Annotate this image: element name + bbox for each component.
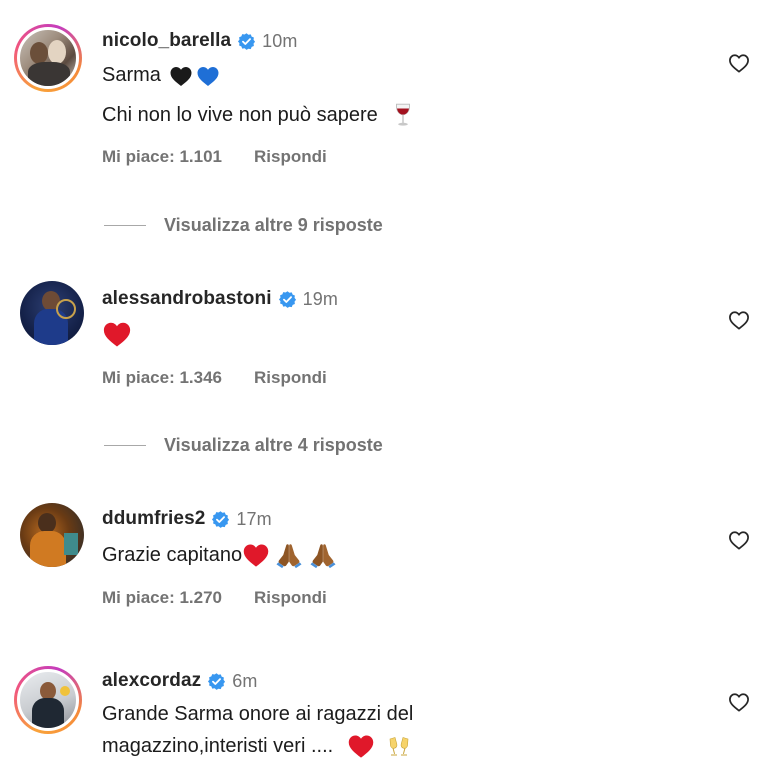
view-more-replies-label[interactable]: Visualizza altre 4 risposte xyxy=(164,435,383,456)
avatar[interactable] xyxy=(20,503,84,567)
comment-text-line: Sarma xyxy=(102,64,220,87)
blue-heart-emoji-icon xyxy=(196,65,220,87)
verified-badge-icon xyxy=(278,290,297,309)
avatar-photo xyxy=(20,503,84,567)
view-more-replies[interactable]: Visualizza altre 4 risposte xyxy=(104,435,383,456)
comment-text-line: magazzino,interisti veri .... xyxy=(102,733,411,759)
avatar-photo xyxy=(17,27,79,89)
username[interactable]: alexcordaz xyxy=(102,670,201,692)
comment-text: Grande Sarma onore ai ragazzi del xyxy=(102,703,414,725)
avatar[interactable] xyxy=(14,666,82,734)
verified-badge-icon xyxy=(207,672,226,691)
comment-header: alexcordaz 6m xyxy=(102,670,257,692)
username[interactable]: ddumfries2 xyxy=(102,508,205,530)
red-heart-emoji-icon xyxy=(347,733,375,759)
comment-meta: Mi piace: 1.270 Rispondi xyxy=(102,588,327,608)
view-more-replies[interactable]: Visualizza altre 9 risposte xyxy=(104,215,383,236)
comment-text-line: Chi non lo vive non può sapere xyxy=(102,102,416,128)
comment-text-line: Grazie capitano xyxy=(102,540,338,570)
comment-text: Sarma xyxy=(102,64,161,86)
comment-header: ddumfries2 17m xyxy=(102,508,272,530)
timestamp: 10m xyxy=(262,30,298,51)
reply-button[interactable]: Rispondi xyxy=(254,368,327,388)
likes-count[interactable]: Mi piace: 1.270 xyxy=(102,588,222,608)
comment-text: magazzino,interisti veri .... xyxy=(102,734,334,757)
folded-hands-emoji-icon xyxy=(308,540,338,570)
view-more-replies-label[interactable]: Visualizza altre 9 risposte xyxy=(164,215,383,236)
replies-divider xyxy=(104,445,146,446)
username[interactable]: nicolo_barella xyxy=(102,30,231,52)
likes-count[interactable]: Mi piace: 1.346 xyxy=(102,368,222,388)
red-heart-emoji-icon xyxy=(242,542,270,568)
likes-count[interactable]: Mi piace: 1.101 xyxy=(102,147,222,167)
comment-text-line: Grande Sarma onore ai ragazzi del xyxy=(102,703,413,726)
avatar[interactable] xyxy=(14,24,82,92)
like-heart-icon[interactable] xyxy=(728,692,750,712)
clinking-glasses-emoji-icon xyxy=(387,734,411,758)
comment-text: Grazie capitano xyxy=(102,543,243,566)
wine-glass-emoji-icon xyxy=(390,102,416,128)
avatar[interactable] xyxy=(20,281,84,345)
like-heart-icon[interactable] xyxy=(728,53,750,73)
comment-text-line xyxy=(102,320,132,348)
comment-meta: Mi piace: 1.346 Rispondi xyxy=(102,368,327,388)
reply-button[interactable]: Rispondi xyxy=(254,588,327,608)
like-heart-icon[interactable] xyxy=(728,530,750,550)
comment-header: nicolo_barella 10m xyxy=(102,30,298,52)
comment-header: alessandrobastoni 19m xyxy=(102,288,338,310)
username[interactable]: alessandrobastoni xyxy=(102,288,272,310)
comment-meta: Mi piace: 1.101 Rispondi xyxy=(102,147,327,167)
comment-text: Chi non lo vive non può sapere xyxy=(102,103,378,126)
timestamp: 19m xyxy=(302,288,338,309)
like-heart-icon[interactable] xyxy=(728,310,750,330)
avatar-photo xyxy=(17,669,79,731)
replies-divider xyxy=(104,225,146,226)
avatar-photo xyxy=(20,281,84,345)
reply-button[interactable]: Rispondi xyxy=(254,147,327,167)
timestamp: 17m xyxy=(236,508,272,529)
verified-badge-icon xyxy=(211,510,230,529)
verified-badge-icon xyxy=(237,32,256,51)
black-heart-emoji-icon xyxy=(169,65,193,87)
timestamp: 6m xyxy=(232,670,258,691)
folded-hands-emoji-icon xyxy=(274,540,304,570)
red-heart-emoji-icon xyxy=(102,320,132,348)
